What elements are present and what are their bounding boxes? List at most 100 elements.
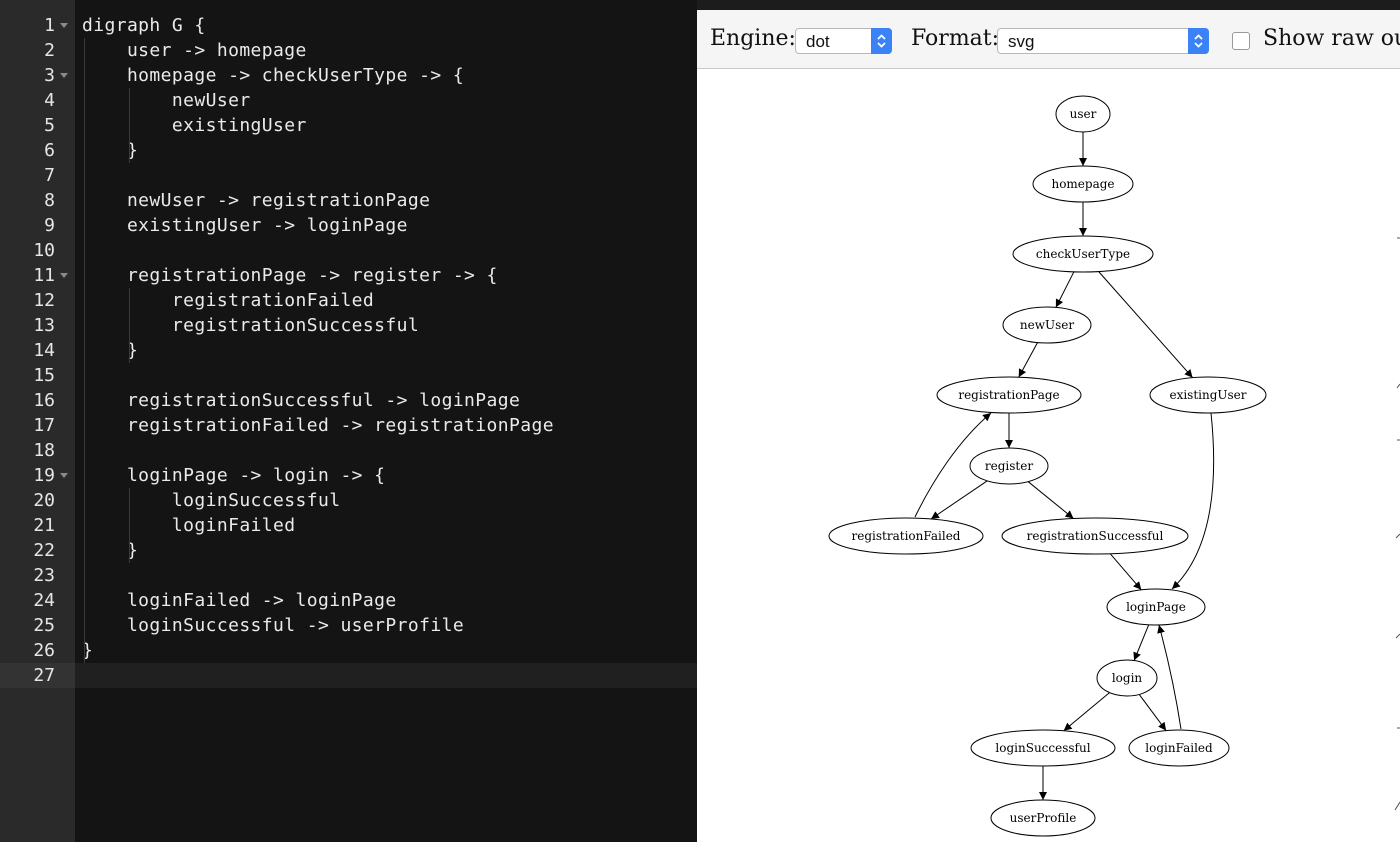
code-text: digraph G { [82,15,206,36]
edge-artifact [1394,801,1400,811]
code-line[interactable]: 12 registrationFailed [0,288,697,313]
line-number-cell: 23 [0,563,75,588]
node-registrationSuccessful: registrationSuccessful [1001,517,1189,555]
code-text: loginSuccessful [82,490,341,511]
node-checkUserType: checkUserType [1012,235,1154,273]
line-number: 21 [33,515,55,536]
node-label: newUser [1020,318,1074,332]
node-label: checkUserType [1036,247,1130,261]
code-line[interactable]: 23 [0,563,697,588]
code-line[interactable]: 11 registrationPage -> register -> { [0,263,697,288]
code-line[interactable]: 24 loginFailed -> loginPage [0,588,697,613]
node-label: user [1070,107,1097,121]
line-number-cell: 26 [0,638,75,663]
fold-arrow-icon[interactable] [60,273,68,278]
code-text: loginFailed -> loginPage [82,590,397,611]
code-line[interactable]: 18 [0,438,697,463]
line-number-cell: 1 [0,13,75,38]
line-number-cell: 25 [0,613,75,638]
line-number: 7 [44,165,55,186]
code-text: loginPage -> login -> { [82,465,386,486]
node-registrationPage: registrationPage [936,376,1082,414]
node-userProfile: userProfile [990,799,1096,837]
code-line[interactable]: 9 existingUser -> loginPage [0,213,697,238]
code-text: user -> homepage [82,40,307,61]
edge-artifact [1395,533,1400,539]
edge-register-to-registrationSuccessful [1027,481,1074,519]
node-loginFailed: loginFailed [1128,729,1230,767]
edge-artifact [1395,633,1400,639]
code-line[interactable]: 1 digraph G { [0,13,697,38]
graph-viewer: Engine: dot Format: svg Show raw ou user… [697,10,1400,842]
line-number-cell: 9 [0,213,75,238]
code-line[interactable]: 15 [0,363,697,388]
node-existingUser: existingUser [1149,376,1267,414]
line-number: 2 [44,40,55,61]
code-line[interactable]: 22 } [0,538,697,563]
code-line[interactable]: 27 [0,663,697,688]
fold-arrow-icon[interactable] [60,23,68,28]
line-number: 18 [33,440,55,461]
line-number: 19 [33,465,55,486]
node-login: login [1096,659,1158,697]
line-number: 24 [33,590,55,611]
fold-arrow-icon[interactable] [60,473,68,478]
line-number: 5 [44,115,55,136]
code-line[interactable]: 6 } [0,138,697,163]
code-line[interactable]: 7 [0,163,697,188]
code-line[interactable]: 2 user -> homepage [0,38,697,63]
line-number-cell: 17 [0,413,75,438]
line-number-cell: 27 [0,663,75,688]
code-line[interactable]: 17 registrationFailed -> registrationPag… [0,413,697,438]
line-number-cell: 15 [0,363,75,388]
fold-arrow-icon[interactable] [60,73,68,78]
line-number: 10 [33,240,55,261]
code-line[interactable]: 4 newUser [0,88,697,113]
code-line[interactable]: 21 loginFailed [0,513,697,538]
node-label: loginPage [1126,600,1186,614]
line-number-cell: 2 [0,38,75,63]
code-line[interactable]: 14 } [0,338,697,363]
line-number-cell: 7 [0,163,75,188]
line-number: 22 [33,540,55,561]
line-number-cell: 20 [0,488,75,513]
line-number-cell: 19 [0,463,75,488]
code-text: newUser -> registrationPage [82,190,431,211]
edge-registrationSuccessful-to-loginPage [1109,553,1142,591]
code-text: registrationFailed -> registrationPage [82,415,554,436]
code-editor[interactable]: 1 digraph G {2 user -> homepage 3 homepage… [0,0,697,842]
line-number-cell: 3 [0,63,75,88]
line-number: 12 [33,290,55,311]
code-text: registrationSuccessful [82,315,420,336]
node-label: registrationFailed [852,529,961,543]
code-line[interactable]: 8 newUser -> registrationPage [0,188,697,213]
line-number: 9 [44,215,55,236]
code-line[interactable]: 26} [0,638,697,663]
line-number: 20 [33,490,55,511]
line-number: 11 [33,265,55,286]
line-number-cell: 21 [0,513,75,538]
code-line[interactable]: 13 registrationSuccessful [0,313,697,338]
node-label: registrationPage [958,388,1059,402]
line-number: 1 [44,15,55,36]
code-line[interactable]: 10 [0,238,697,263]
code-line[interactable]: 25 loginSuccessful -> userProfile [0,613,697,638]
node-registrationFailed: registrationFailed [828,517,984,555]
code-line[interactable]: 3 homepage -> checkUserType -> { [0,63,697,88]
line-number: 17 [33,415,55,436]
line-number: 4 [44,90,55,111]
line-number-cell: 8 [0,188,75,213]
code-line[interactable]: 5 existingUser [0,113,697,138]
line-number: 8 [44,190,55,211]
line-number-cell: 18 [0,438,75,463]
line-number-cell: 13 [0,313,75,338]
line-number-cell: 16 [0,388,75,413]
code-text: registrationFailed [82,290,375,311]
line-number: 27 [33,665,55,686]
code-line[interactable]: 16 registrationSuccessful -> loginPage [0,388,697,413]
code-line[interactable]: 19 loginPage -> login -> { [0,463,697,488]
node-loginPage: loginPage [1106,588,1206,626]
code-line[interactable]: 20 loginSuccessful [0,488,697,513]
line-number-cell: 11 [0,263,75,288]
node-label: registrationSuccessful [1027,529,1164,543]
